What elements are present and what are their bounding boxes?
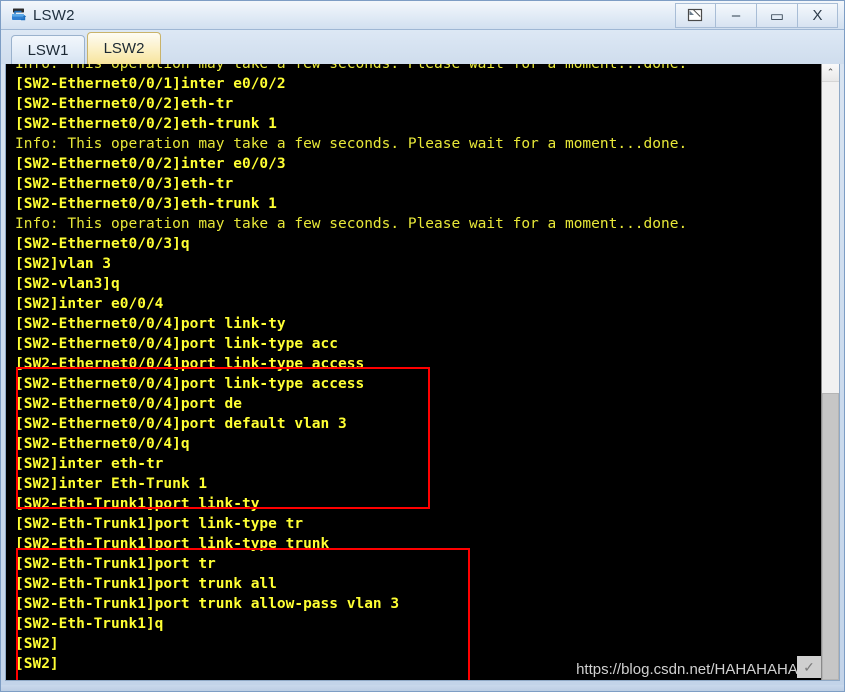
console-lines: Info: This operation may take a few seco… bbox=[6, 64, 821, 674]
console-line: Info: This operation may take a few seco… bbox=[15, 136, 688, 152]
console-line: [SW2-Eth-Trunk1]port trunk all bbox=[15, 576, 277, 592]
title-bar: LSW2 – ▭ X bbox=[1, 1, 844, 30]
tab-lsw2[interactable]: LSW2 bbox=[87, 32, 161, 64]
console-line: [SW2]vlan 3 bbox=[15, 256, 112, 272]
console-output[interactable]: Info: This operation may take a few seco… bbox=[6, 64, 821, 680]
maximize-icon: ▭ bbox=[769, 7, 785, 25]
console-line: [SW2-Ethernet0/0/4]q bbox=[15, 436, 190, 452]
minimize-window-button[interactable]: – bbox=[715, 3, 756, 28]
tab-lsw2-label: LSW2 bbox=[103, 40, 145, 57]
scroll-up-arrow-icon[interactable]: ⌃ bbox=[822, 64, 839, 82]
close-window-button[interactable]: X bbox=[797, 3, 838, 28]
tab-strip: LSW1 LSW2 bbox=[1, 30, 844, 64]
console-line: [SW2-Ethernet0/0/4]port link-type access bbox=[15, 356, 365, 372]
console-line: Info: This operation may take a few seco… bbox=[15, 216, 688, 232]
console-line: [SW2-Ethernet0/0/3]eth-trunk 1 bbox=[15, 196, 277, 212]
watermark-badge-icon: ✓ bbox=[797, 656, 821, 678]
maximize-window-button[interactable]: ▭ bbox=[756, 3, 797, 28]
vertical-scrollbar[interactable]: ⌃ bbox=[821, 64, 839, 680]
terminal-area: Info: This operation may take a few seco… bbox=[5, 64, 840, 681]
console-line: [SW2-Ethernet0/0/3]q bbox=[15, 236, 190, 252]
console-line: Info: This operation may take a few seco… bbox=[15, 64, 688, 72]
console-line: [SW2-Ethernet0/0/1]inter e0/0/2 bbox=[15, 76, 286, 92]
window-bottom-edge bbox=[1, 685, 844, 691]
console-line: [SW2-Eth-Trunk1]port link-ty bbox=[15, 496, 260, 512]
console-line: [SW2-Ethernet0/0/4]port link-type access bbox=[15, 376, 365, 392]
console-line: [SW2-Eth-Trunk1]port link-type trunk bbox=[15, 536, 330, 552]
tab-lsw1-label: LSW1 bbox=[27, 41, 69, 59]
console-line: [SW2-Ethernet0/0/2]inter e0/0/3 bbox=[15, 156, 286, 172]
console-line: [SW2-Eth-Trunk1]port link-type tr bbox=[15, 516, 304, 532]
console-line: [SW2]inter Eth-Trunk 1 bbox=[15, 476, 208, 492]
window-controls: – ▭ X bbox=[675, 3, 838, 28]
minimize-icon: – bbox=[731, 7, 741, 24]
console-line: [SW2-Eth-Trunk1]port tr bbox=[15, 556, 216, 572]
window-title: LSW2 bbox=[33, 6, 75, 24]
console-line: [SW2-Ethernet0/0/4]port default vlan 3 bbox=[15, 416, 347, 432]
console-line: [SW2-Eth-Trunk1]q bbox=[15, 616, 164, 632]
console-line: [SW2-vlan3]q bbox=[15, 276, 120, 292]
console-line: [SW2-Ethernet0/0/4]port de bbox=[15, 396, 242, 412]
console-line: [SW2] bbox=[15, 636, 59, 652]
console-line: [SW2-Eth-Trunk1]port trunk allow-pass vl… bbox=[15, 596, 400, 612]
switch-icon bbox=[9, 5, 29, 25]
console-line: [SW2-Ethernet0/0/4]port link-ty bbox=[15, 316, 286, 332]
console-line: [SW2-Ethernet0/0/2]eth-tr bbox=[15, 96, 234, 112]
watermark-url: https://blog.csdn.net/HAHAHAHAZ bbox=[576, 661, 807, 678]
console-line: [SW2-Ethernet0/0/4]port link-type acc bbox=[15, 336, 339, 352]
console-line: [SW2]inter eth-tr bbox=[15, 456, 164, 472]
tab-lsw1[interactable]: LSW1 bbox=[11, 35, 85, 64]
scrollbar-thumb[interactable] bbox=[822, 392, 839, 680]
console-line: [SW2]inter e0/0/4 bbox=[15, 296, 164, 312]
scrollbar-track[interactable] bbox=[822, 82, 839, 680]
restore-window-button[interactable] bbox=[675, 3, 715, 28]
close-icon: X bbox=[812, 7, 823, 24]
console-line: [SW2-Ethernet0/0/3]eth-tr bbox=[15, 176, 234, 192]
terminal-window: LSW2 – ▭ X LSW1 LSW2 Info: This operatio… bbox=[0, 0, 845, 692]
console-line: [SW2-Ethernet0/0/2]eth-trunk 1 bbox=[15, 116, 277, 132]
